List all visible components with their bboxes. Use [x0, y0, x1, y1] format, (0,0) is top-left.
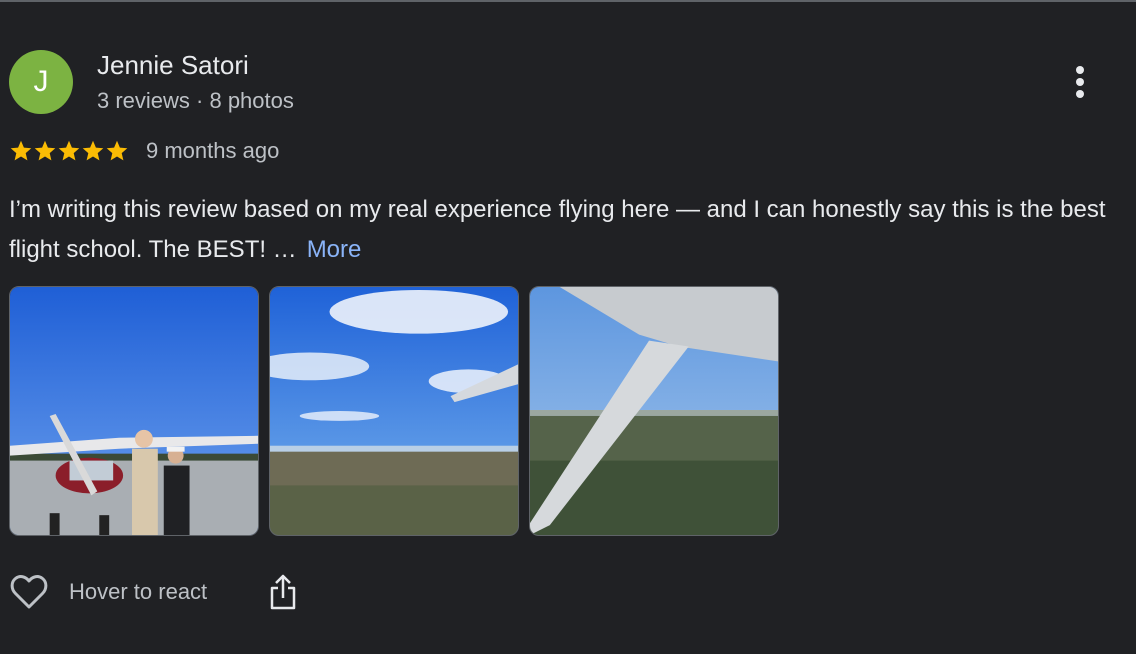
avatar[interactable]: J	[9, 50, 73, 114]
author-meta: 3 reviews · 8 photos	[97, 88, 294, 113]
react-label: Hover to react	[69, 579, 208, 604]
review-actions: Hover to react	[9, 570, 303, 614]
review-text: I’m writing this review based on my real…	[9, 196, 1106, 263]
photo-strip	[9, 286, 779, 536]
star-icon	[10, 140, 32, 161]
star-icon	[34, 140, 56, 161]
photo-pilots-with-plane[interactable]	[9, 286, 259, 536]
more-link[interactable]: More	[307, 236, 362, 263]
star-icon	[106, 140, 128, 161]
more-options-button[interactable]	[1060, 60, 1100, 104]
author-name[interactable]: Jennie Satori	[97, 50, 249, 81]
star-rating	[9, 139, 129, 163]
rating-row: 9 months ago	[9, 138, 279, 164]
more-vert-icon	[1076, 66, 1084, 98]
heart-outline-icon	[10, 575, 48, 609]
review-text-container: I’m writing this review based on my real…	[9, 190, 1119, 270]
review-card: J Jennie Satori 3 reviews · 8 photos 9 m…	[0, 0, 1136, 654]
photo-sky-from-cockpit[interactable]	[269, 286, 519, 536]
avatar-initial: J	[33, 65, 49, 98]
star-icon	[58, 140, 80, 161]
photo-wing-strut-aerial-view[interactable]	[529, 286, 779, 536]
star-icon	[82, 140, 104, 161]
share-button[interactable]	[263, 570, 303, 614]
react-button[interactable]: Hover to react	[9, 574, 207, 610]
share-icon	[270, 574, 296, 610]
review-date: 9 months ago	[146, 138, 280, 163]
